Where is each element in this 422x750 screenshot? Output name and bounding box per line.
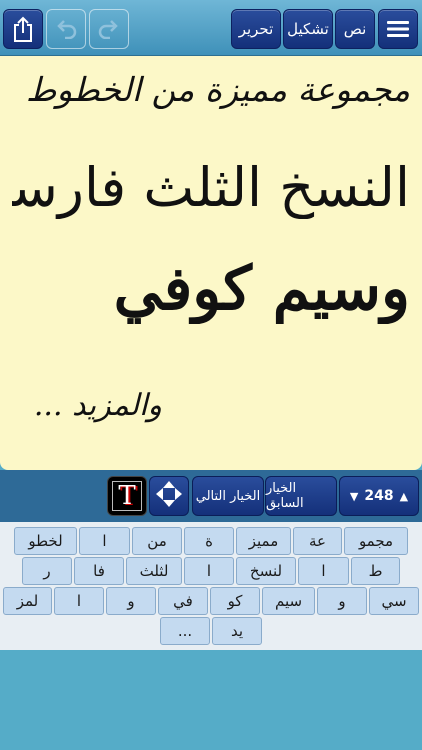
redo-icon	[97, 19, 121, 39]
undo-button[interactable]	[46, 9, 86, 49]
word-key[interactable]: لثلث	[126, 557, 182, 585]
word-key[interactable]: ة	[184, 527, 234, 555]
word-key[interactable]: كو	[210, 587, 260, 615]
word-key[interactable]: لخطو	[14, 527, 77, 555]
font-style-glyph: T	[118, 481, 136, 511]
font-style-button[interactable]: T	[107, 476, 147, 516]
word-key[interactable]: في	[158, 587, 208, 615]
share-button[interactable]	[3, 9, 43, 49]
canvas-line-4: والمزيد ...	[33, 388, 162, 423]
top-toolbar: نص تشكيل تحرير	[0, 0, 422, 56]
word-key[interactable]: لمز	[3, 587, 52, 615]
word-key[interactable]: و	[106, 587, 156, 615]
font-style-icon: T	[112, 481, 142, 511]
next-option-button[interactable]: الخيار التالي	[192, 476, 264, 516]
word-key[interactable]: يد	[212, 617, 262, 645]
word-key[interactable]: لنسخ	[236, 557, 296, 585]
text-canvas[interactable]: مجموعة مميزة من الخطوط النسخ الثلث فارسي…	[0, 56, 422, 470]
share-export-icon	[13, 16, 33, 42]
word-key[interactable]: ...	[160, 617, 210, 645]
empty-footer-area	[0, 650, 422, 750]
word-key[interactable]: عة	[293, 527, 342, 555]
previous-option-label: الخيار السابق	[266, 481, 304, 511]
word-key[interactable]: مميز	[236, 527, 291, 555]
edit-tab-button[interactable]: تحرير	[231, 9, 281, 49]
word-key[interactable]: ا	[54, 587, 104, 615]
word-key[interactable]: ا	[79, 527, 130, 555]
text-tab-button[interactable]: نص	[335, 9, 375, 49]
word-key[interactable]: ا	[298, 557, 349, 585]
word-key[interactable]: فا	[74, 557, 124, 585]
word-key[interactable]: ر	[22, 557, 72, 585]
diacritics-tab-button[interactable]: تشكيل	[283, 9, 333, 49]
control-bar: ▼ 248 ▲ الخيار السابق الخيار التالي T	[0, 470, 422, 522]
option-count: 248	[364, 488, 394, 504]
triangle-up-icon[interactable]: ▲	[400, 490, 408, 503]
word-key[interactable]: ط	[351, 557, 400, 585]
canvas-line-1: مجموعة مميزة من الخطوط	[25, 70, 410, 109]
word-key[interactable]: ا	[184, 557, 234, 585]
menu-button[interactable]	[378, 9, 418, 49]
word-key[interactable]: من	[132, 527, 182, 555]
redo-button[interactable]	[89, 9, 129, 49]
canvas-line-2: النسخ الثلث فارسي	[12, 156, 410, 219]
word-key[interactable]: مجمو	[344, 527, 408, 555]
canvas-line-3: وسيم كوفي	[113, 254, 410, 324]
move-button[interactable]	[149, 476, 189, 516]
word-key[interactable]: سي	[369, 587, 419, 615]
word-key[interactable]: و	[317, 587, 367, 615]
hamburger-menu-icon	[387, 20, 409, 38]
text-tab-label: نص	[343, 20, 367, 38]
option-counter[interactable]: ▼ 248 ▲	[339, 476, 419, 516]
next-option-label: الخيار التالي	[195, 488, 261, 504]
move-arrows-icon	[154, 479, 184, 513]
previous-option-button[interactable]: الخيار السابق	[265, 476, 337, 516]
edit-tab-label: تحرير	[238, 20, 274, 38]
diacritics-tab-label: تشكيل	[287, 20, 329, 38]
word-keyboard: مجمو عة مميز ة من ا لخطو ط ا لنسخ ا لثلث…	[0, 522, 422, 650]
word-key[interactable]: سيم	[262, 587, 315, 615]
undo-icon	[54, 19, 78, 39]
triangle-down-icon[interactable]: ▼	[350, 490, 358, 503]
